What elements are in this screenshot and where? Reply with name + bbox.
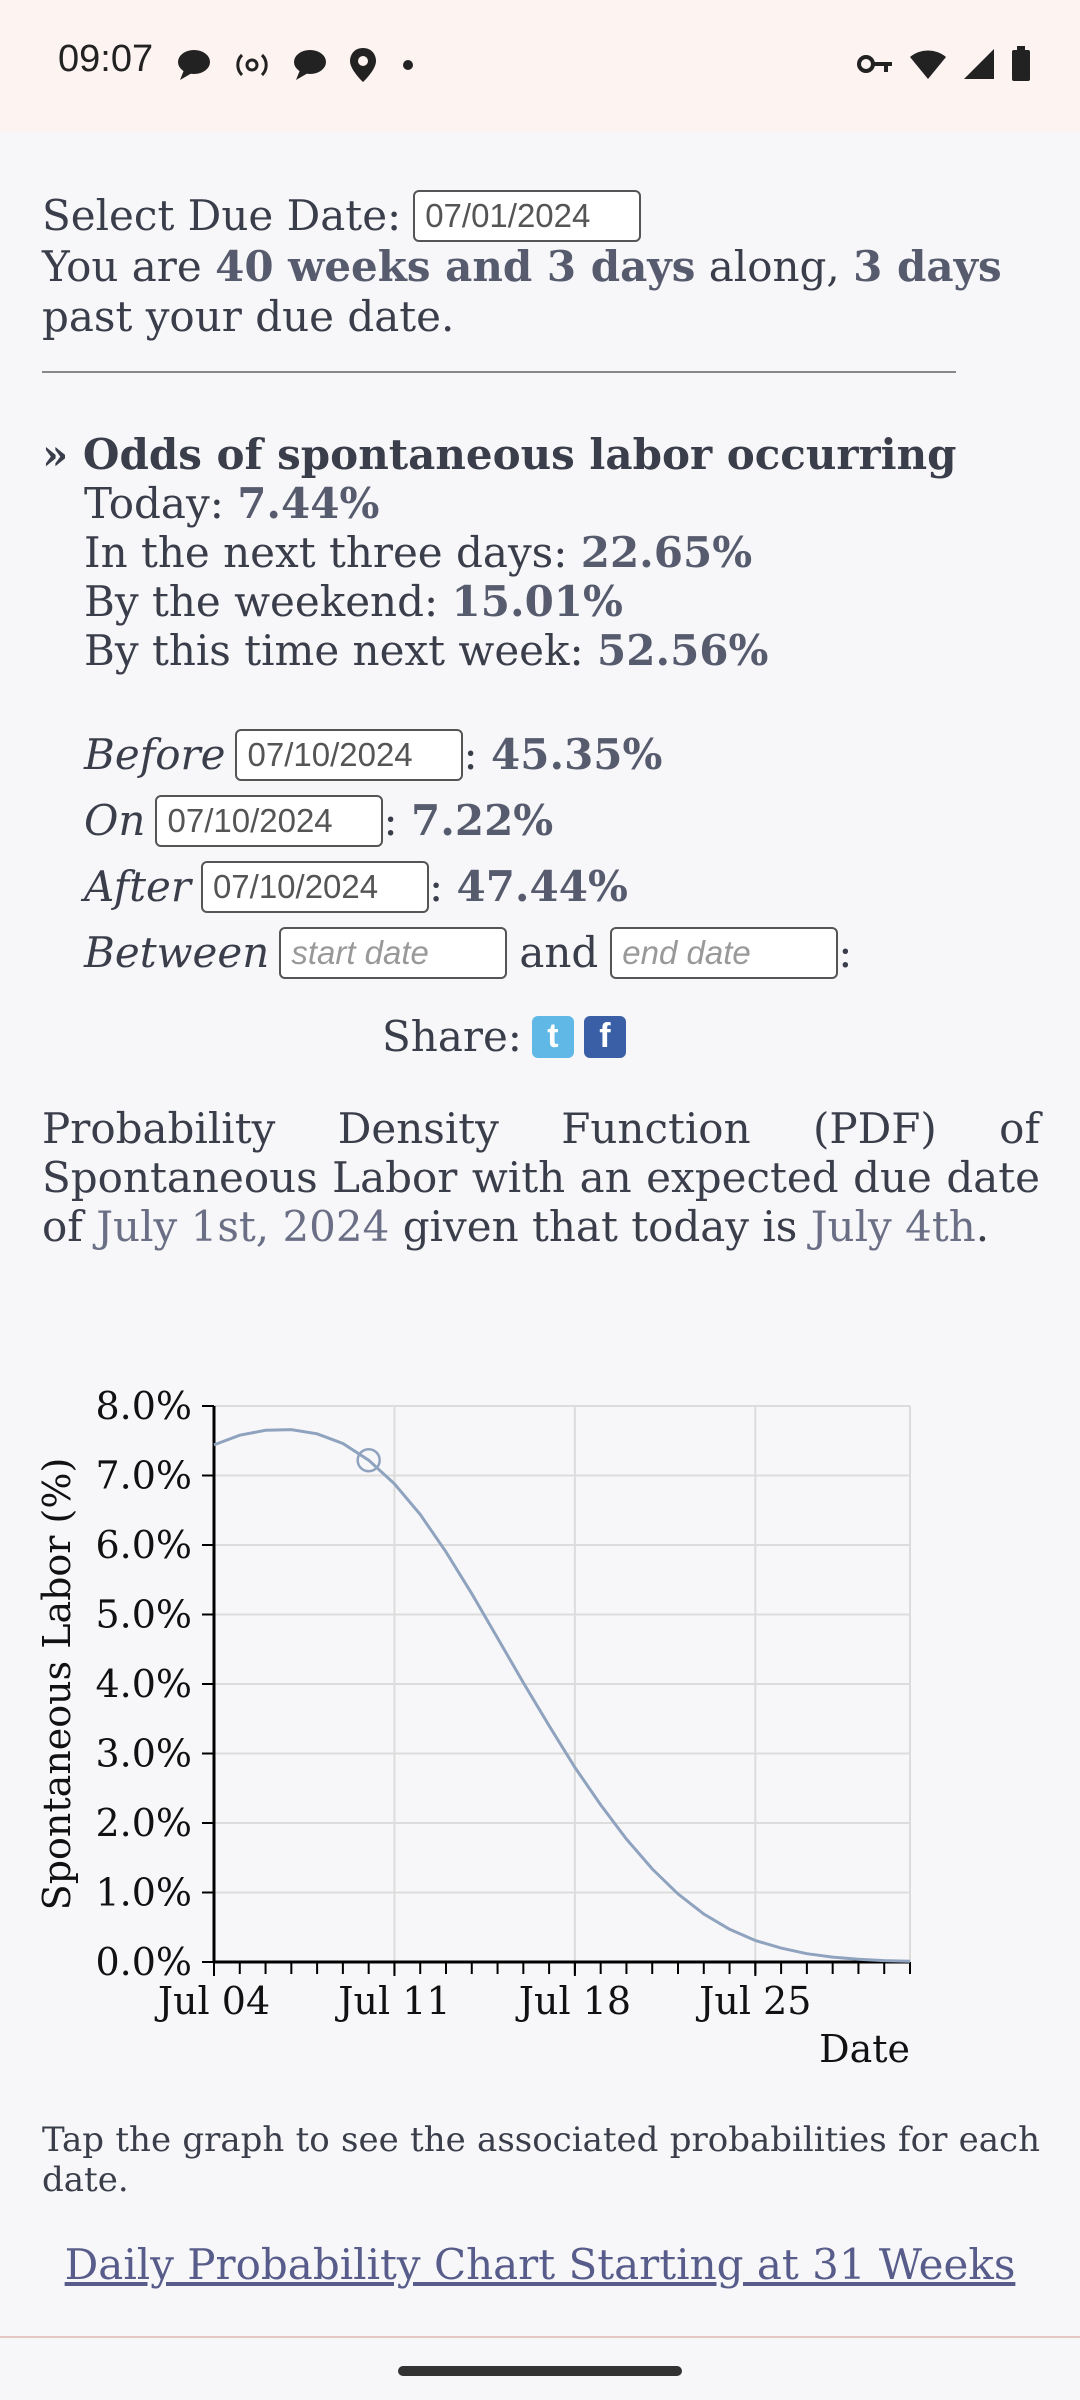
after-sep: : xyxy=(428,862,444,911)
days-past: 3 days xyxy=(853,242,1002,291)
notification-icons xyxy=(176,46,418,84)
start-date-input[interactable]: start date xyxy=(279,927,508,979)
y-tick-label: 8.0% xyxy=(95,1384,192,1428)
end-date-input[interactable]: end date xyxy=(610,927,839,979)
specific-dates-section: Before 07/10/2024 : 45.35% On 07/10/2024… xyxy=(84,722,852,986)
odds-three-days: In the next three days: 22.65% xyxy=(84,528,957,577)
x-tick-label: Jul 18 xyxy=(515,1979,631,2023)
odds-title[interactable]: » Odds of spontaneous labor occurring xyxy=(42,430,957,479)
and-label: and xyxy=(519,928,599,977)
radio-icon xyxy=(236,53,268,77)
after-value: 47.44% xyxy=(456,862,628,911)
progress-sentence: You are 40 weeks and 3 days along, 3 day… xyxy=(42,242,1040,342)
due-date-input[interactable]: 07/01/2024 xyxy=(413,190,642,242)
share-label: Share: xyxy=(382,1012,522,1061)
facebook-icon[interactable]: f xyxy=(583,1015,626,1058)
y-tick-label: 3.0% xyxy=(95,1732,192,1776)
divider xyxy=(42,371,956,373)
battery-icon xyxy=(1012,46,1030,81)
x-tick-label: Jul 04 xyxy=(154,1979,270,2023)
after-row: After 07/10/2024 : 47.44% xyxy=(84,854,852,920)
odds-weekend-value: 15.01% xyxy=(451,577,623,626)
on-label: On xyxy=(84,796,146,845)
location-icon xyxy=(350,48,376,82)
weeks-along: 40 weeks and 3 days xyxy=(215,242,696,291)
nav-handle[interactable] xyxy=(398,2366,682,2376)
on-value: 7.22% xyxy=(411,796,554,845)
sentence-suffix: past your due date. xyxy=(42,292,455,341)
bottom-divider xyxy=(0,2336,1080,2338)
after-date-input[interactable]: 07/10/2024 xyxy=(200,861,429,913)
y-tick-label: 2.0% xyxy=(95,1801,192,1845)
odds-today-value: 7.44% xyxy=(237,479,380,528)
pdf-today-date: July 4th xyxy=(810,1202,976,1251)
key-icon xyxy=(857,55,892,73)
odds-three-days-value: 22.65% xyxy=(580,528,753,577)
after-label: After xyxy=(84,862,191,911)
signal-icon xyxy=(964,49,994,79)
due-date-label: Select Due Date: xyxy=(42,191,402,240)
before-row: Before 07/10/2024 : 45.35% xyxy=(84,722,852,788)
odds-weekend: By the weekend: 15.01% xyxy=(84,577,957,626)
on-date-input[interactable]: 07/10/2024 xyxy=(155,795,384,847)
status-time: 09:07 xyxy=(58,38,154,80)
chat-bubble-icon xyxy=(294,50,326,80)
odds-section: » Odds of spontaneous labor occurring To… xyxy=(42,430,957,675)
between-row: Between start date and end date : xyxy=(84,920,852,986)
due-date-section: Select Due Date: 07/01/2024 You are 40 w… xyxy=(42,190,1040,342)
odds-next-week: By this time next week: 52.56% xyxy=(84,626,957,675)
before-date-input[interactable]: 07/10/2024 xyxy=(235,729,464,781)
chart-note: Tap the graph to see the associated prob… xyxy=(42,2120,1040,2200)
y-tick-label: 7.0% xyxy=(95,1454,192,1498)
before-label: Before xyxy=(84,730,226,779)
pdf-period: . xyxy=(975,1202,990,1251)
system-icons xyxy=(856,46,1032,82)
pdf-chart[interactable]: 0.0% 1.0% 2.0% 3.0% 4.0% 5.0% 6.0% 7.0% 8.0% Jul … xyxy=(0,1370,1080,2070)
share-row: Share: t f xyxy=(382,1012,626,1061)
y-tick-label: 6.0% xyxy=(95,1523,192,1567)
on-row: On 07/10/2024 : 7.22% xyxy=(84,788,852,854)
y-tick-label: 0.0% xyxy=(95,1940,192,1984)
odds-today: Today: 7.44% xyxy=(84,479,957,528)
odds-weekend-label: By the weekend: xyxy=(84,577,439,626)
wifi-icon xyxy=(910,50,946,79)
before-sep: : xyxy=(463,730,478,779)
x-tick-label: Jul 25 xyxy=(695,1979,811,2023)
odds-next-week-value: 52.56% xyxy=(597,626,769,675)
sentence-prefix: You are xyxy=(42,242,202,291)
between-colon: : xyxy=(838,928,853,977)
sentence-mid: along, xyxy=(708,242,840,291)
between-label: Between xyxy=(84,928,270,977)
pdf-text-2: given that today is xyxy=(402,1202,798,1251)
daily-chart-link[interactable]: Daily Probability Chart Starting at 31 W… xyxy=(65,2240,1016,2289)
dot-icon xyxy=(403,60,413,70)
x-tick-label: Jul 11 xyxy=(334,1979,450,2023)
before-value: 45.35% xyxy=(491,730,663,779)
odds-today-label: Today: xyxy=(84,479,224,528)
twitter-icon[interactable]: t xyxy=(531,1015,574,1058)
chat-bubble-icon xyxy=(178,50,210,80)
y-tick-label: 5.0% xyxy=(95,1593,192,1637)
y-tick-label: 1.0% xyxy=(95,1871,192,1915)
on-sep: : xyxy=(383,796,398,845)
status-bar: 09:07 xyxy=(0,0,1080,132)
y-tick-label: 4.0% xyxy=(95,1662,192,1706)
x-axis-label: Date xyxy=(819,2027,910,2070)
odds-three-days-label: In the next three days: xyxy=(84,528,568,577)
pdf-description: Probability Density Function (PDF) of Sp… xyxy=(42,1104,1040,1251)
pdf-due-date: July 1st, 2024 xyxy=(96,1202,390,1251)
odds-next-week-label: By this time next week: xyxy=(84,626,584,675)
y-axis-label: Spontaneous Labor (%) xyxy=(35,1458,79,1911)
daily-chart-link-wrap: Daily Probability Chart Starting at 31 W… xyxy=(0,2240,1080,2289)
